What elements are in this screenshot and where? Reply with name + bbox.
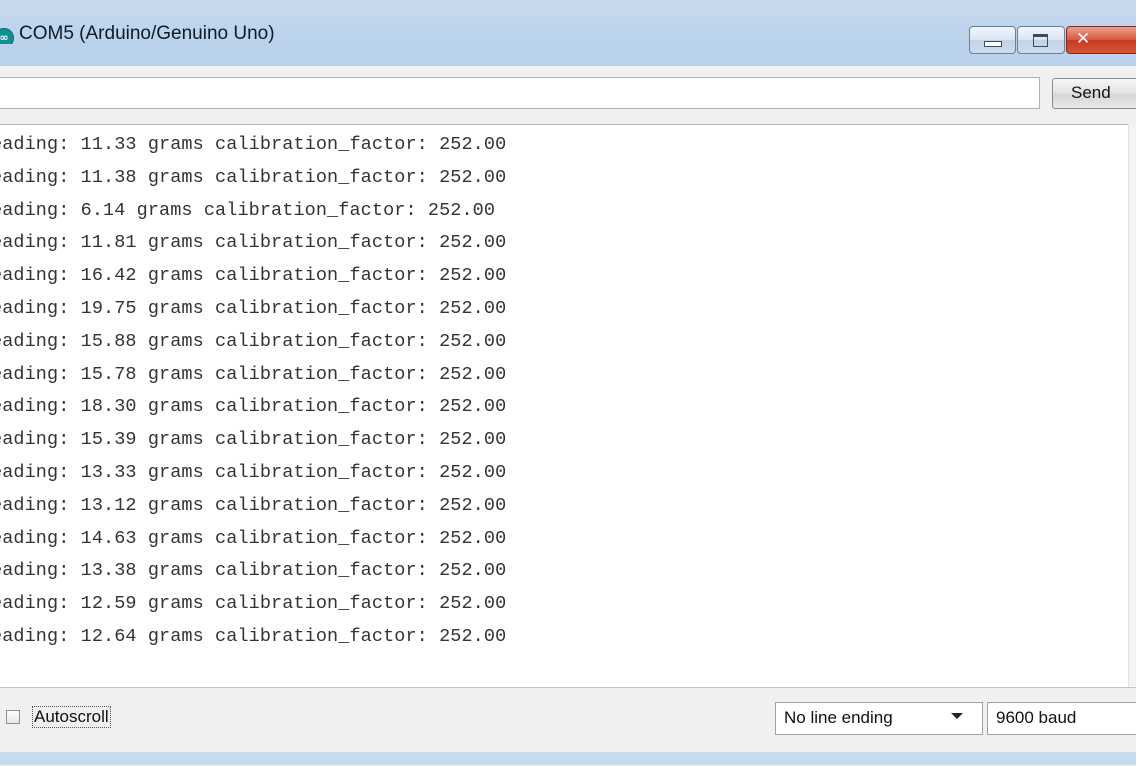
serial-output-line: eading: 15.88 grams calibration_factor: … — [0, 330, 507, 352]
serial-output-line: eading: 12.64 grams calibration_factor: … — [0, 626, 507, 647]
autoscroll-label[interactable]: Autoscroll — [32, 706, 111, 728]
close-icon: ✕ — [1076, 29, 1091, 49]
serial-input-field[interactable] — [0, 77, 1040, 109]
serial-output-line: eading: 13.33 grams calibration_factor: … — [0, 462, 507, 483]
serial-output-line: eading: 6.14 grams calibration_factor: 2… — [0, 199, 496, 221]
output-scrollbar[interactable] — [1128, 124, 1136, 687]
serial-output-line: eading: 13.12 grams calibration_factor: … — [0, 494, 507, 516]
maximize-button[interactable] — [1017, 26, 1065, 54]
baud-rate-value: 9600 baud — [996, 708, 1077, 727]
serial-output-line: eading: 16.42 grams calibration_factor: … — [0, 265, 507, 287]
minimize-icon — [984, 41, 1002, 47]
chevron-down-icon — [951, 713, 963, 719]
line-ending-select[interactable]: No line ending — [775, 702, 983, 735]
serial-output-line: eading: 15.78 grams calibration_factor: … — [0, 363, 507, 385]
window-bottom-border — [0, 752, 1136, 765]
close-button[interactable]: ✕ — [1066, 26, 1136, 54]
arduino-logo-icon: ∞ — [0, 28, 14, 44]
serial-output-area[interactable]: eading: 11.33 grams calibration_factor: … — [0, 124, 1136, 688]
autoscroll-checkbox[interactable] — [6, 710, 20, 724]
serial-output-line: eading: 11.33 grams calibration_factor: … — [0, 134, 507, 155]
send-button[interactable]: Send — [1052, 78, 1136, 109]
serial-output-line: eading: 14.63 grams calibration_factor: … — [0, 527, 507, 549]
serial-output-line: eading: 11.38 grams calibration_factor: … — [0, 166, 507, 188]
serial-output-line: eading: 13.38 grams calibration_factor: … — [0, 560, 507, 582]
minimize-button[interactable] — [969, 26, 1016, 54]
serial-output-line: eading: 12.59 grams calibration_factor: … — [0, 593, 507, 615]
baud-rate-select[interactable]: 9600 baud — [987, 702, 1136, 735]
line-ending-value: No line ending — [784, 708, 893, 727]
maximize-icon — [1033, 34, 1048, 47]
window-title: COM5 (Arduino/Genuino Uno) — [19, 23, 275, 44]
serial-output-line: eading: 19.75 grams calibration_factor: … — [0, 298, 507, 319]
serial-output-line: eading: 11.81 grams calibration_factor: … — [0, 232, 507, 254]
serial-output-line: eading: 18.30 grams calibration_factor: … — [0, 396, 507, 418]
serial-output-line: eading: 15.39 grams calibration_factor: … — [0, 429, 507, 451]
